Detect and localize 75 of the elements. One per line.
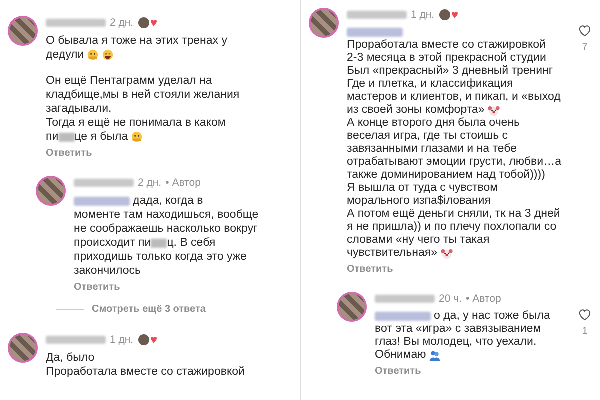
people-hugging-icon [429, 350, 442, 362]
blurred-text [347, 28, 403, 37]
reply-link[interactable]: Ответить [347, 264, 394, 276]
comment-text: моменте там находишься, вообще [74, 208, 259, 222]
comment-text: Проработала вместе со стажировкой [46, 365, 245, 379]
comment-text: словами «ну чего ты такая [347, 234, 490, 247]
comment-text: отрабатывают эмоции грусти, любви…а [347, 156, 562, 169]
view-more-replies[interactable]: Смотреть ещё 3 ответа [92, 302, 206, 317]
blurred-username [46, 336, 106, 344]
blurred-username [74, 179, 134, 187]
like-count: 1 [582, 326, 588, 338]
comment-text: веселая игра, где ты стоишь с [347, 130, 508, 143]
comment-text: Он ещё Пентаграмм уделал на [46, 74, 212, 88]
avatar-placeholder[interactable] [309, 8, 339, 38]
avatar-placeholder[interactable] [8, 333, 38, 363]
comment-time: 2 дн. [110, 16, 134, 30]
blurred-username [347, 11, 407, 19]
comment-text: пи [46, 130, 59, 144]
comment-time: 20 ч. [439, 292, 462, 306]
author-label: • Автор [166, 176, 201, 190]
avatar-placeholder[interactable] [8, 16, 38, 46]
avatar-placeholder[interactable] [337, 292, 367, 322]
blurred-username [46, 19, 106, 27]
comment-text: приходишь только когда это уже [74, 250, 247, 264]
like-count: 7 [582, 42, 588, 54]
author-label: • Автор [466, 292, 502, 306]
clown-face-icon [488, 104, 500, 116]
comment-text: Тогда я ещё не понимала в каком [46, 116, 226, 130]
comment-text: ц. В себя [167, 236, 216, 250]
comment-text: завязанными глазами и на тебе [347, 143, 517, 156]
comment-text: о да, у нас тоже была [434, 310, 550, 323]
heart-icon[interactable] [578, 308, 592, 322]
comment-text: не соображаешь насколько вокруг [74, 222, 258, 236]
blurred-text [74, 196, 130, 206]
comment-text: дедули [46, 48, 84, 62]
comment-text: А конце второго дня была очень [347, 117, 520, 130]
laughing-face-icon [102, 49, 114, 61]
comment-text: закончилось [74, 264, 141, 278]
comment-time: 1 дн. [110, 334, 134, 346]
comment-text: О бывала я тоже на этих тренах у [46, 34, 228, 48]
comment-text: Где и плетка, и классификация [347, 78, 514, 91]
comment-text: Да, было [46, 351, 95, 365]
comment-text: мастеров и клиентов, и пикап, и «выход [347, 91, 561, 104]
comment-text: це я была [74, 130, 128, 144]
reply-link[interactable]: Ответить [46, 148, 92, 160]
comment-text: чувствительная» [347, 247, 438, 260]
comment-text: морального изпа$ілования [347, 195, 491, 208]
comment-text: происходит пи [74, 236, 152, 250]
comment-text: Проработала вместе со стажировкой [347, 39, 546, 52]
blurred-text [375, 312, 431, 321]
hugging-face-icon [87, 49, 100, 61]
comment-text: А потом ещё деньги сняли, тк на 3 дней [347, 208, 560, 221]
comment-text: 2-3 месяца в этой прекрасной студии [347, 52, 546, 65]
clown-face-icon [440, 248, 452, 260]
comment-time: 1 дн. [411, 8, 435, 22]
hugging-face-icon [131, 131, 144, 143]
blurred-text [58, 132, 75, 142]
comment-time: 2 дн. [138, 176, 162, 190]
heart-icon[interactable] [578, 24, 592, 38]
comment-text: Обнимаю [375, 349, 426, 362]
comment-text: также доминированием над тобой)))) [347, 169, 546, 182]
comment-text: вот эта «игра» с завязыванием [375, 323, 542, 336]
blurred-text [151, 238, 168, 248]
avatar-placeholder[interactable] [36, 176, 66, 206]
comment-text: я не пришла)) и по плечу похлопали со [347, 221, 557, 234]
comment-text: кладбище,мы в ней стояли желания [46, 88, 240, 102]
reply-link[interactable]: Ответить [375, 366, 422, 378]
reply-link[interactable]: Ответить [74, 282, 120, 294]
comment-text: Был «прекрасный» 3 дневный тренинг [347, 65, 554, 78]
comment-text: Я вышла от туда с чувством [347, 182, 498, 195]
comment-text: из своей зоны комфорта» [347, 104, 485, 117]
comment-text: загадывали. [46, 102, 112, 116]
blurred-username [375, 295, 435, 303]
comment-text: глаз! Вы молодец, что уехали. [375, 336, 537, 349]
comment-text: дада, когда в [133, 194, 204, 208]
